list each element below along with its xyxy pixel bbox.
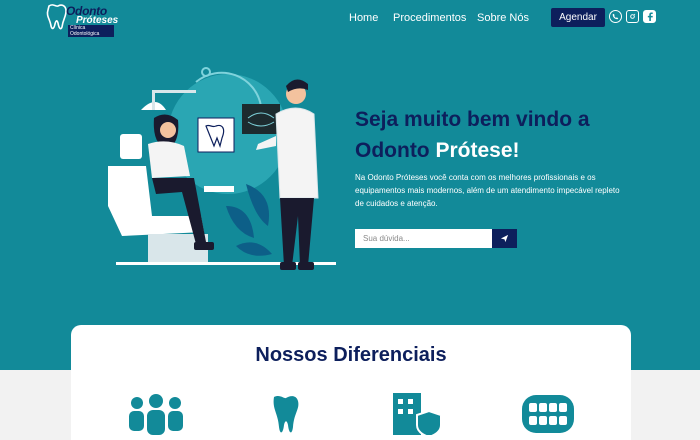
nav-home[interactable]: Home [349, 12, 378, 24]
hero-title: Seja muito bem vindo a Odonto Prótese! [355, 104, 655, 166]
nav-procedimentos[interactable]: Procedimentos [393, 12, 466, 24]
features-card: Nossos Diferenciais [71, 325, 631, 440]
teeth-icon [522, 395, 574, 433]
hero-title-odonto: Odonto [355, 139, 430, 162]
hero-description: Na Odonto Próteses você conta com os mel… [355, 173, 620, 208]
instagram-icon[interactable] [626, 10, 639, 23]
camera-glyph [630, 13, 636, 19]
hero-title-line2: Odonto Prótese! [355, 135, 655, 166]
hero-title-line1: Seja muito bem vindo a [355, 108, 590, 131]
logo-tagline: Clínica Odontológica [68, 25, 114, 37]
team-icon [129, 394, 183, 435]
building-shield-icon [393, 393, 442, 435]
question-input[interactable] [355, 229, 492, 248]
nav-sobre-nos[interactable]: Sobre Nós [477, 12, 529, 24]
send-icon [500, 234, 509, 243]
hero-title-protese: Prótese! [435, 139, 520, 162]
agendar-button[interactable]: Agendar [551, 8, 605, 27]
facebook-f-glyph [647, 12, 653, 21]
logo[interactable]: Odonto Próteses Clínica Odontológica [44, 2, 118, 37]
facebook-icon[interactable] [643, 10, 656, 23]
send-button[interactable] [492, 229, 517, 248]
phone-glyph [612, 13, 619, 20]
features-title: Nossos Diferenciais [255, 344, 447, 366]
whatsapp-icon[interactable] [609, 10, 622, 23]
dentist-illustration [108, 67, 336, 270]
tooth-icon [273, 396, 299, 433]
